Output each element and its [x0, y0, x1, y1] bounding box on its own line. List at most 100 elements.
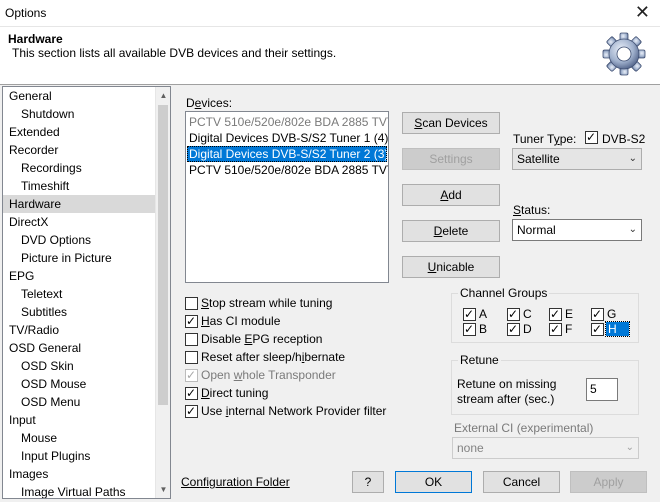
- channel-group-label: E: [565, 307, 574, 321]
- check-icon: ✓: [508, 322, 519, 336]
- tree-item[interactable]: Recordings: [3, 159, 156, 177]
- device-item[interactable]: Digital Devices DVB-S/S2 Tuner 1 (4): [187, 130, 388, 146]
- device-item[interactable]: PCTV 510e/520e/802e BDA 2885 TVTu: [187, 162, 388, 178]
- devices-label: Devices:: [186, 96, 233, 110]
- close-icon[interactable]: ✕: [635, 3, 650, 21]
- ok-button[interactable]: OK: [395, 471, 472, 493]
- tuner-type-select[interactable]: Satellite ⌄: [512, 148, 642, 170]
- tree-item[interactable]: Image Virtual Paths: [3, 483, 156, 498]
- option-checkbox[interactable]: ✓: [185, 386, 198, 400]
- status-value: Normal: [517, 223, 556, 237]
- retune-label-line2: stream after (sec.): [457, 392, 555, 406]
- check-icon: ✓: [186, 404, 197, 418]
- tree-item[interactable]: Input Plugins: [3, 447, 156, 465]
- option-checkbox[interactable]: [185, 333, 198, 346]
- dvbs2-label: DVB-S2: [602, 132, 646, 146]
- external-ci-select[interactable]: none ⌄: [452, 437, 639, 459]
- channel-group-label: B: [479, 322, 488, 336]
- channel-group-checkbox[interactable]: ✓: [463, 322, 476, 336]
- option-checkbox[interactable]: ✓: [185, 368, 198, 382]
- option-label: Has CI module: [201, 314, 281, 328]
- tree-item[interactable]: Input: [3, 411, 156, 429]
- status-label: Status:: [513, 203, 551, 217]
- tree-item[interactable]: DirectX: [3, 213, 156, 231]
- tree-item[interactable]: Subtitles: [3, 303, 156, 321]
- retune-seconds-input[interactable]: 5: [586, 378, 618, 401]
- configuration-folder-link[interactable]: Configuration Folder: [181, 475, 290, 489]
- tree-item[interactable]: Recorder: [3, 141, 156, 159]
- check-icon: ✓: [186, 368, 197, 382]
- external-ci-value: none: [457, 441, 484, 455]
- retune-title: Retune: [458, 353, 501, 367]
- tree-item[interactable]: Mouse: [3, 429, 156, 447]
- scroll-down-icon[interactable]: ▼: [156, 481, 170, 498]
- section-header: Hardware This section lists all availabl…: [0, 27, 660, 85]
- channel-group-checkbox[interactable]: ✓: [591, 307, 604, 321]
- options-tree[interactable]: General Shutdown Extended Recorder Recording…: [2, 86, 171, 499]
- devices-list[interactable]: PCTV 510e/520e/802e BDA 2885 TVTu Digita…: [185, 111, 389, 283]
- tree-item[interactable]: OSD Skin: [3, 357, 156, 375]
- tree-item[interactable]: DVD Options: [3, 231, 156, 249]
- unicable-button[interactable]: Unicable: [402, 256, 500, 278]
- check-icon: ✓: [464, 307, 475, 321]
- dvbs2-checkbox[interactable]: ✓: [585, 130, 598, 144]
- option-label: Reset after sleep/hibernate: [201, 350, 346, 364]
- cancel-button[interactable]: Cancel: [483, 471, 560, 493]
- check-icon: ✓: [550, 307, 561, 321]
- tree-item[interactable]: OSD Mouse: [3, 375, 156, 393]
- option-label: Use internal Network Provider filter: [201, 404, 387, 418]
- device-item[interactable]: PCTV 510e/520e/802e BDA 2885 TVTu: [187, 114, 388, 130]
- check-icon: ✓: [186, 314, 197, 328]
- tree-item[interactable]: Picture in Picture: [3, 249, 156, 267]
- check-icon: ✓: [586, 130, 597, 144]
- window-title: Options: [5, 6, 47, 20]
- channel-group-checkbox[interactable]: ✓: [591, 322, 604, 336]
- tree-item[interactable]: Extended: [3, 123, 156, 141]
- tree-item[interactable]: General: [3, 87, 156, 105]
- chevron-down-icon: ⌄: [625, 442, 634, 453]
- delete-button[interactable]: Delete: [402, 220, 500, 242]
- tree-item[interactable]: OSD General: [3, 339, 156, 357]
- check-icon: ✓: [508, 307, 519, 321]
- tree-item[interactable]: EPG: [3, 267, 156, 285]
- help-button[interactable]: ?: [352, 471, 384, 493]
- check-icon: ✓: [550, 322, 561, 336]
- tree-item[interactable]: Timeshift: [3, 177, 156, 195]
- device-item[interactable]: Digital Devices DVB-S/S2 Tuner 2 (3): [187, 146, 388, 162]
- option-checkbox[interactable]: ✓: [185, 404, 198, 418]
- tree-item[interactable]: Hardware: [3, 195, 156, 213]
- option-checkbox[interactable]: [185, 351, 198, 364]
- option-checkbox[interactable]: ✓: [185, 314, 198, 328]
- tree-item[interactable]: Teletext: [3, 285, 156, 303]
- option-label: Disable EPG reception: [201, 332, 323, 346]
- title-bar: Options ✕: [0, 0, 660, 27]
- chevron-down-icon: ⌄: [628, 224, 637, 235]
- retune-label-line1: Retune on missing: [457, 377, 557, 391]
- channel-group-label: H: [605, 321, 630, 337]
- tree-item[interactable]: TV/Radio: [3, 321, 156, 339]
- channel-group-checkbox[interactable]: ✓: [507, 322, 520, 336]
- add-button[interactable]: Add: [402, 184, 500, 206]
- tree-item[interactable]: Images: [3, 465, 156, 483]
- scroll-up-icon[interactable]: ▲: [156, 87, 170, 104]
- channel-group-label: D: [523, 322, 532, 336]
- channel-group-checkbox[interactable]: ✓: [507, 307, 520, 321]
- tree-item[interactable]: Shutdown: [3, 105, 156, 123]
- scan-devices-button[interactable]: Scan Devices: [402, 112, 500, 134]
- settings-button[interactable]: Settings: [402, 148, 500, 170]
- option-checkbox[interactable]: [185, 297, 198, 310]
- channel-group-checkbox[interactable]: ✓: [549, 322, 562, 336]
- section-description: This section lists all available DVB dev…: [12, 46, 337, 60]
- apply-button[interactable]: Apply: [570, 471, 647, 493]
- check-icon: ✓: [186, 386, 197, 400]
- tree-scrollbar[interactable]: ▲ ▼: [155, 87, 170, 498]
- tree-item[interactable]: OSD Menu: [3, 393, 156, 411]
- check-icon: ✓: [592, 322, 603, 336]
- scroll-thumb[interactable]: [158, 105, 168, 405]
- status-select[interactable]: Normal ⌄: [512, 219, 642, 241]
- channel-group-checkbox[interactable]: ✓: [463, 307, 476, 321]
- option-label: Open whole Transponder: [201, 368, 336, 382]
- section-title: Hardware: [8, 32, 63, 46]
- channel-group-label: C: [523, 307, 532, 321]
- channel-group-checkbox[interactable]: ✓: [549, 307, 562, 321]
